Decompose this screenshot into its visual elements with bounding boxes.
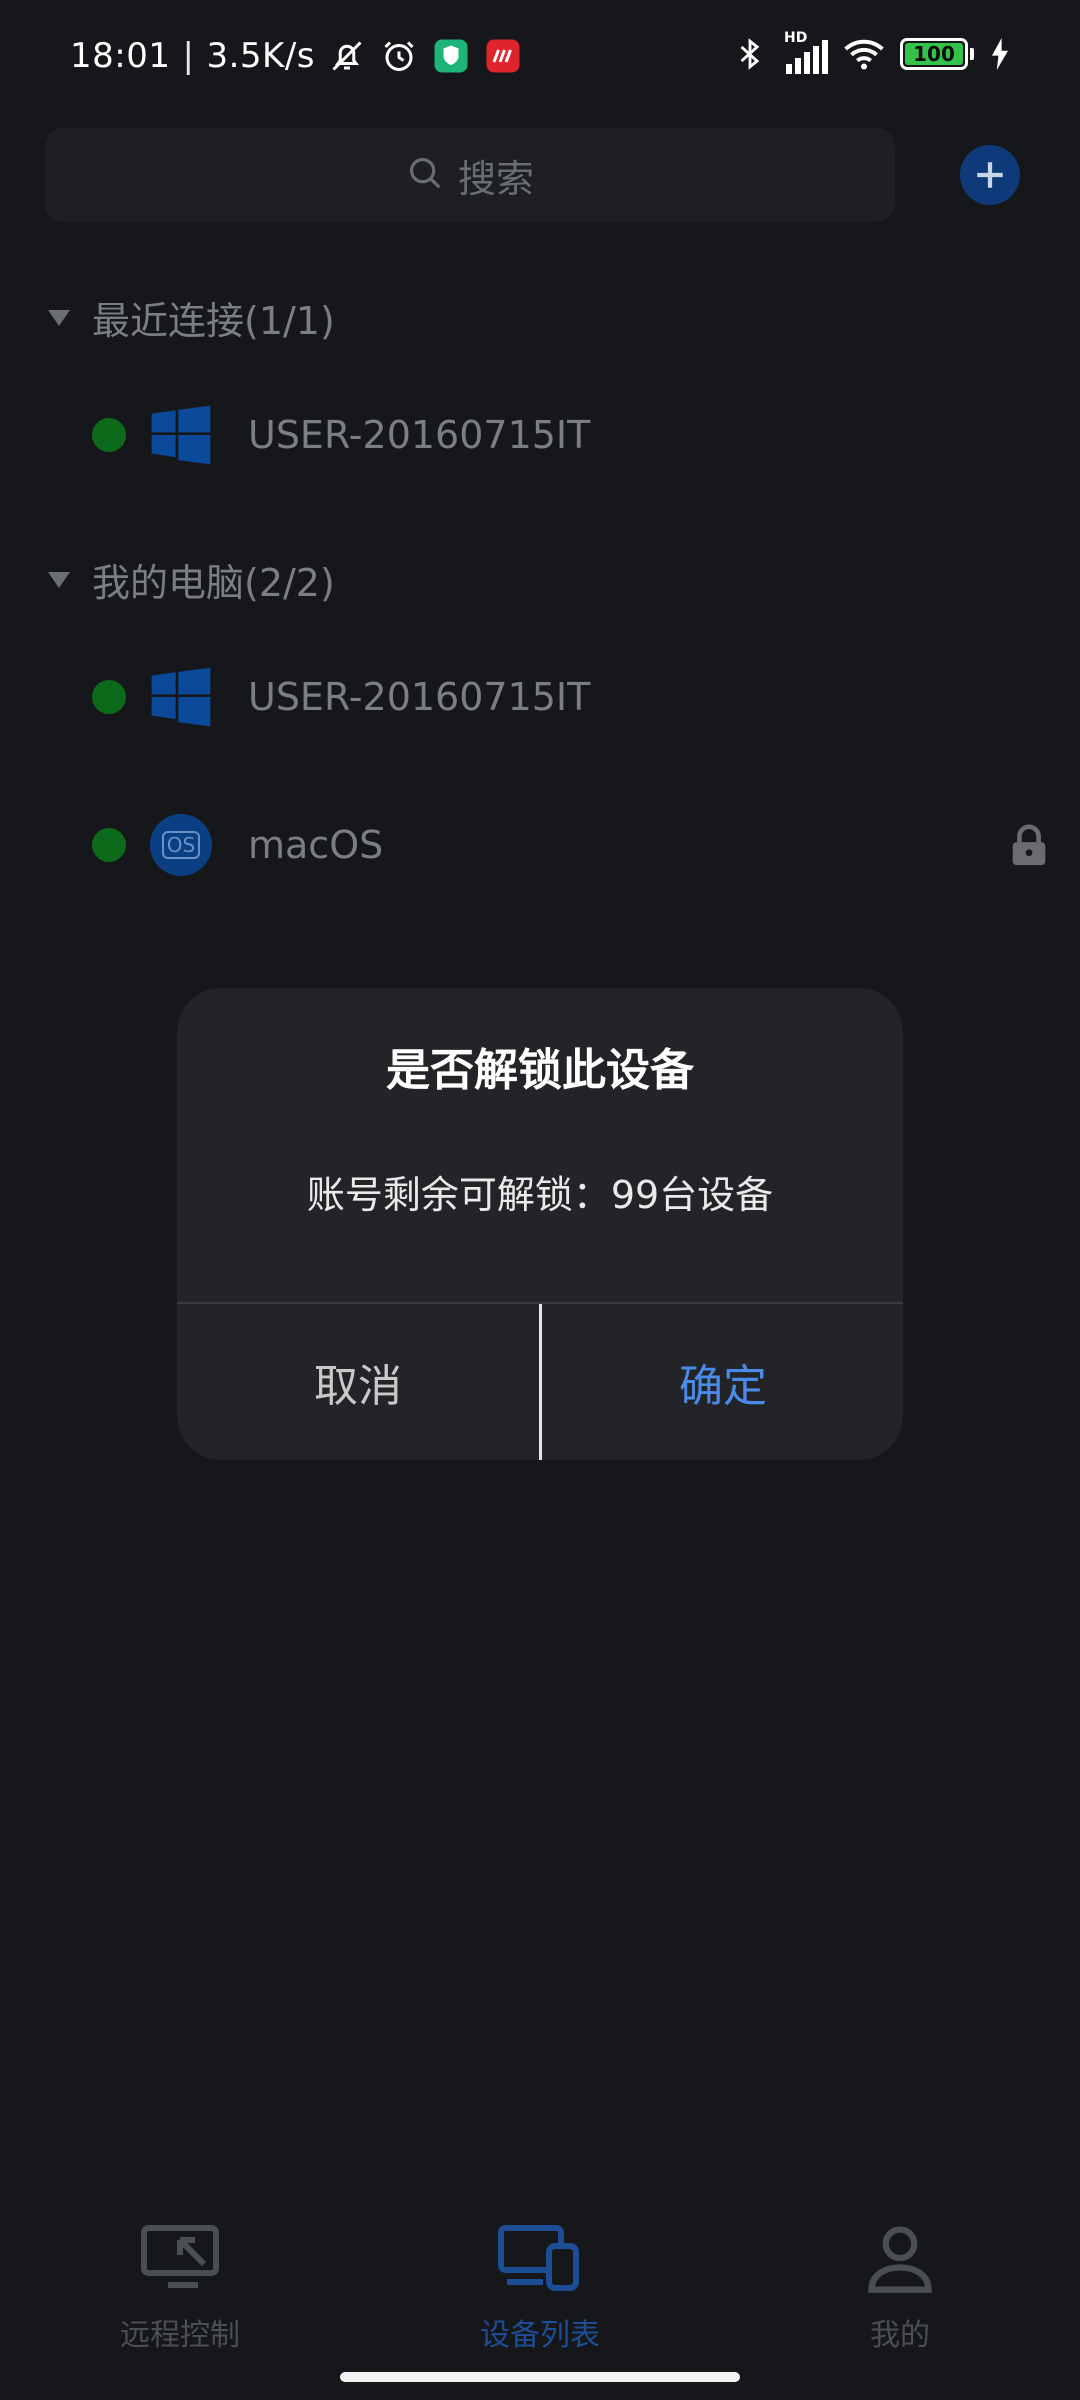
confirm-button[interactable]: 确定 [542, 1304, 903, 1460]
online-status-dot [92, 828, 126, 862]
signal-label: HD [784, 30, 808, 46]
status-right: HD 100 [730, 30, 1010, 74]
tab-remote-control[interactable]: 远程控制 [0, 2200, 360, 2360]
nav-label: 远程控制 [120, 2318, 240, 2353]
add-device-button[interactable] [960, 145, 1020, 205]
section-my-computers[interactable]: 我的电脑(2/2) [48, 552, 335, 607]
device-row[interactable]: OS macOS [92, 800, 1052, 890]
windows-icon [148, 664, 214, 730]
plus-icon [977, 162, 1003, 188]
macos-badge: OS [161, 831, 201, 859]
status-separator: | [182, 36, 195, 76]
online-status-dot [92, 418, 126, 452]
bell-off-icon [327, 36, 367, 76]
collapse-triangle-icon [48, 571, 70, 588]
tab-device-list[interactable]: 设备列表 [360, 2200, 720, 2360]
section-title: 最近连接(1/1) [92, 299, 335, 343]
cancel-button[interactable]: 取消 [177, 1304, 539, 1460]
nav-label: 我的 [870, 2318, 930, 2353]
home-indicator[interactable] [340, 2372, 740, 2382]
bottom-nav: 远程控制 设备列表 我的 [0, 2200, 1080, 2360]
network-speed: 3.5K/s [206, 36, 315, 76]
section-title: 我的电脑(2/2) [92, 561, 335, 605]
dialog-message: 账号剩余可解锁：99台设备 [306, 1173, 774, 1217]
battery-level: 100 [905, 42, 963, 66]
macos-icon: OS [148, 812, 214, 878]
dialog-title: 是否解锁此设备 [386, 1045, 694, 1096]
bluetooth-icon [730, 34, 770, 74]
status-bar: 18:01 | 3.5K/s HD 100 [0, 0, 1080, 120]
search-icon [406, 154, 444, 196]
screen: 18:01 | 3.5K/s HD 100 搜索 最近连接(1/1) USER-… [0, 0, 1080, 2400]
windows-icon [148, 402, 214, 468]
online-status-dot [92, 680, 126, 714]
search-bar[interactable]: 搜索 [45, 128, 895, 222]
remote-control-icon [138, 2220, 222, 2300]
device-name: USER-20160715IT [248, 413, 591, 457]
wifi-icon [844, 34, 884, 74]
section-recent[interactable]: 最近连接(1/1) [48, 290, 335, 345]
collapse-triangle-icon [48, 309, 70, 326]
device-list-icon [495, 2220, 585, 2300]
device-row[interactable]: USER-20160715IT [92, 390, 1052, 480]
charging-icon [990, 34, 1010, 74]
unlock-dialog: 是否解锁此设备 账号剩余可解锁：99台设备 取消 确定 [177, 988, 903, 1460]
profile-icon [862, 2220, 938, 2300]
battery-icon: 100 [900, 38, 974, 70]
status-left: 18:01 | 3.5K/s [70, 36, 523, 76]
tab-profile[interactable]: 我的 [720, 2200, 1080, 2360]
lock-icon[interactable] [1006, 822, 1052, 874]
signal-icon: HD [784, 30, 828, 74]
status-time: 18:01 [70, 36, 171, 76]
red-app-icon [483, 36, 523, 76]
device-name: macOS [248, 823, 384, 867]
search-input[interactable]: 搜索 [458, 148, 534, 203]
nav-label: 设备列表 [480, 2318, 600, 2353]
alarm-icon [379, 36, 419, 76]
device-row[interactable]: USER-20160715IT [92, 652, 1052, 742]
device-name: USER-20160715IT [248, 675, 591, 719]
shield-app-icon [431, 36, 471, 76]
